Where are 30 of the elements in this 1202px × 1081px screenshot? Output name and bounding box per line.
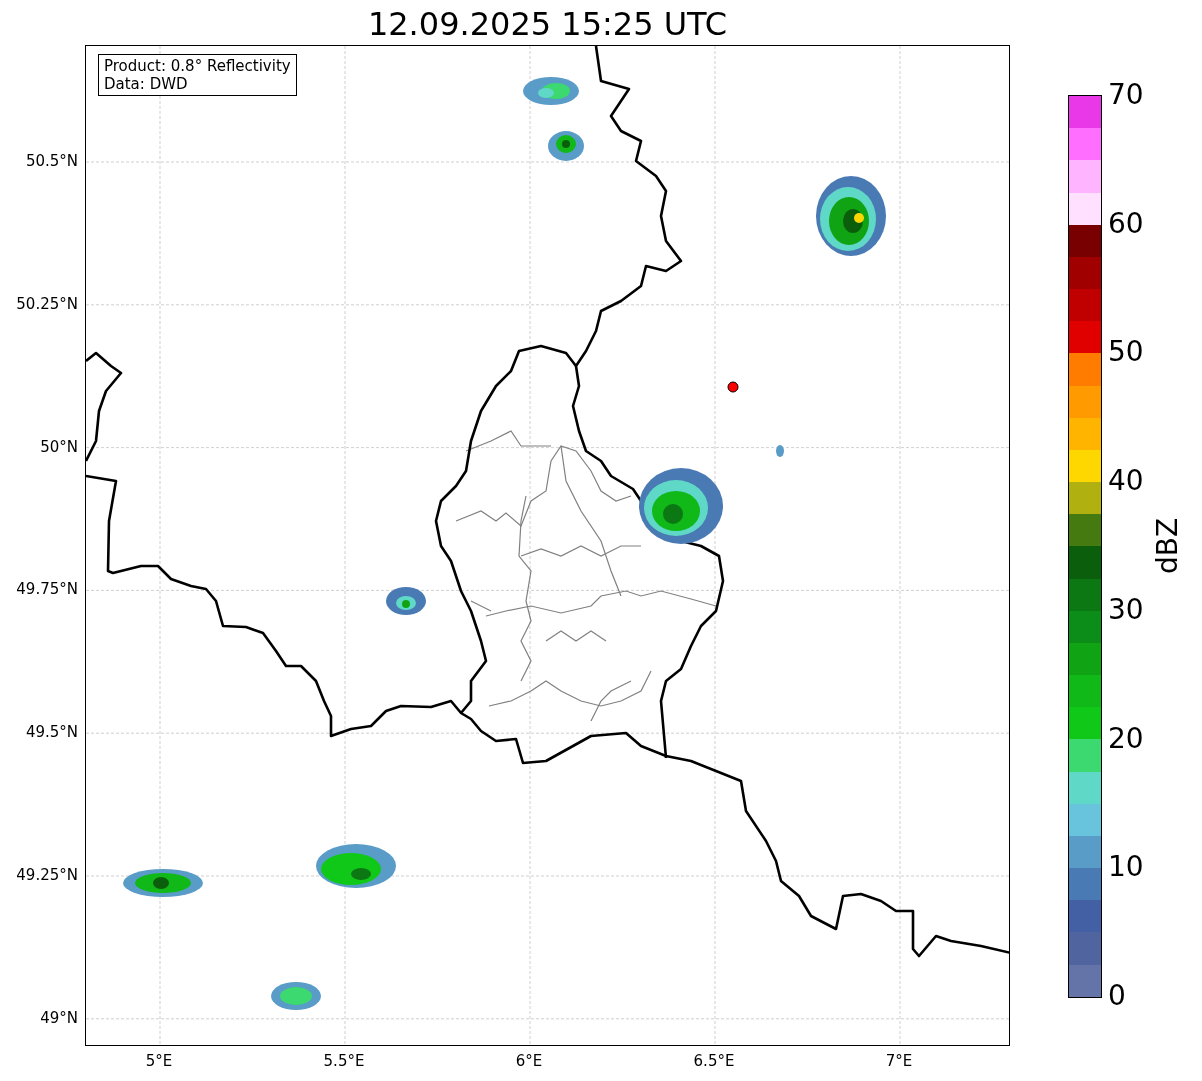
radar-echo: [776, 445, 784, 457]
colorbar-tick-label: 20: [1108, 722, 1144, 755]
colorbar-tick-label: 30: [1108, 593, 1144, 626]
latitude-tick-label: 49°N: [40, 1008, 78, 1027]
radar-echo: [523, 77, 579, 105]
colorbar-tick-label: 40: [1108, 465, 1144, 498]
chart-title: 12.09.2025 15:25 UTC: [367, 4, 728, 45]
colorbar-tick-label: 70: [1108, 79, 1144, 111]
radar-echo: [386, 587, 426, 615]
latitude-tick-label: 50.25°N: [16, 294, 78, 313]
colorbar-tick-label: 0: [1108, 980, 1126, 1012]
colorbar-tick-label: 50: [1108, 336, 1144, 369]
radar-echo: [548, 131, 584, 161]
longitude-tick-label: 6°E: [515, 1052, 543, 1070]
longitude-tick-label: 5.5°E: [323, 1052, 365, 1070]
latitude-tick-label: 49.5°N: [25, 723, 78, 742]
info-text: Data: DWD: [104, 75, 189, 93]
longitude-tick-label: 7°E: [885, 1052, 913, 1070]
radar-echo: [271, 982, 321, 1010]
longitude-tick-label: 6.5°E: [693, 1052, 735, 1070]
longitude-tick-label: 5°E: [145, 1052, 173, 1070]
info-text: Product: 0.8° Reflectivity: [104, 57, 291, 75]
latitude-tick-label: 49.25°N: [16, 866, 78, 884]
radar-site-marker: [727, 381, 739, 393]
latitude-tick-label: 50°N: [40, 437, 78, 456]
colorbar-tick-label: 60: [1108, 207, 1144, 240]
colorbar-label: dBZ: [1152, 517, 1184, 575]
latitude-tick-label: 49.75°N: [16, 580, 78, 599]
colorbar-tick-label: 10: [1108, 851, 1144, 884]
latitude-tick-label: 50.5°N: [25, 152, 78, 170]
